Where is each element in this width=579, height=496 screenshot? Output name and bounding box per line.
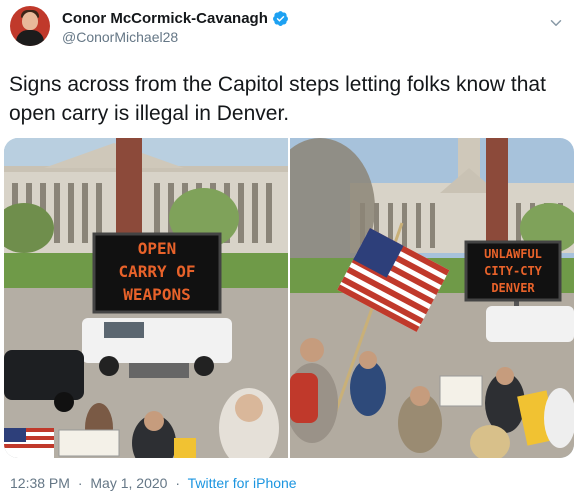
sign-line-2: CARRY OF: [118, 262, 195, 281]
user-names: Conor McCormick-Cavanagh @ConorMichael28: [62, 10, 289, 45]
footer-separator: ·: [175, 475, 181, 491]
name-row: Conor McCormick-Cavanagh: [62, 10, 289, 27]
tweet-card: Conor McCormick-Cavanagh @ConorMichael28…: [0, 0, 579, 496]
tweet-text: Signs across from the Capitol steps lett…: [9, 73, 546, 125]
avatar-shirt: [16, 30, 44, 46]
footer-separator: ·: [77, 475, 83, 491]
tweet-date[interactable]: May 1, 2020: [90, 475, 167, 491]
photo-1-image: OPEN CARRY OF WEAPONS: [4, 138, 288, 458]
photo-open-carry-sign[interactable]: OPEN CARRY OF WEAPONS: [4, 138, 288, 458]
tweet-source-link[interactable]: Twitter for iPhone: [188, 475, 297, 491]
chevron-down-icon[interactable]: [547, 14, 565, 32]
sign-line-1: UNLAWFUL: [484, 247, 542, 261]
photo-unlawful-sign[interactable]: UNLAWFUL CITY-CTY DENVER: [290, 138, 574, 458]
tweet-header: Conor McCormick-Cavanagh @ConorMichael28: [10, 6, 289, 50]
sign-line-1: OPEN: [138, 239, 177, 258]
tweet-footer: 12:38 PM · May 1, 2020 · Twitter for iPh…: [10, 475, 297, 491]
verified-badge-icon: [272, 11, 288, 26]
sign-line-3: DENVER: [491, 281, 535, 295]
photo-2-image: UNLAWFUL CITY-CTY DENVER: [290, 138, 574, 458]
user-handle[interactable]: @ConorMichael28: [62, 29, 289, 45]
sign-line-2: CITY-CTY: [484, 264, 543, 278]
sign-line-3: WEAPONS: [123, 285, 190, 304]
tweet-media[interactable]: OPEN CARRY OF WEAPONS UNLAWFUL CITY-CTY …: [4, 138, 574, 458]
display-name[interactable]: Conor McCormick-Cavanagh: [62, 10, 268, 27]
avatar[interactable]: [10, 6, 50, 46]
tweet-time[interactable]: 12:38 PM: [10, 475, 70, 491]
avatar-face: [22, 12, 38, 30]
